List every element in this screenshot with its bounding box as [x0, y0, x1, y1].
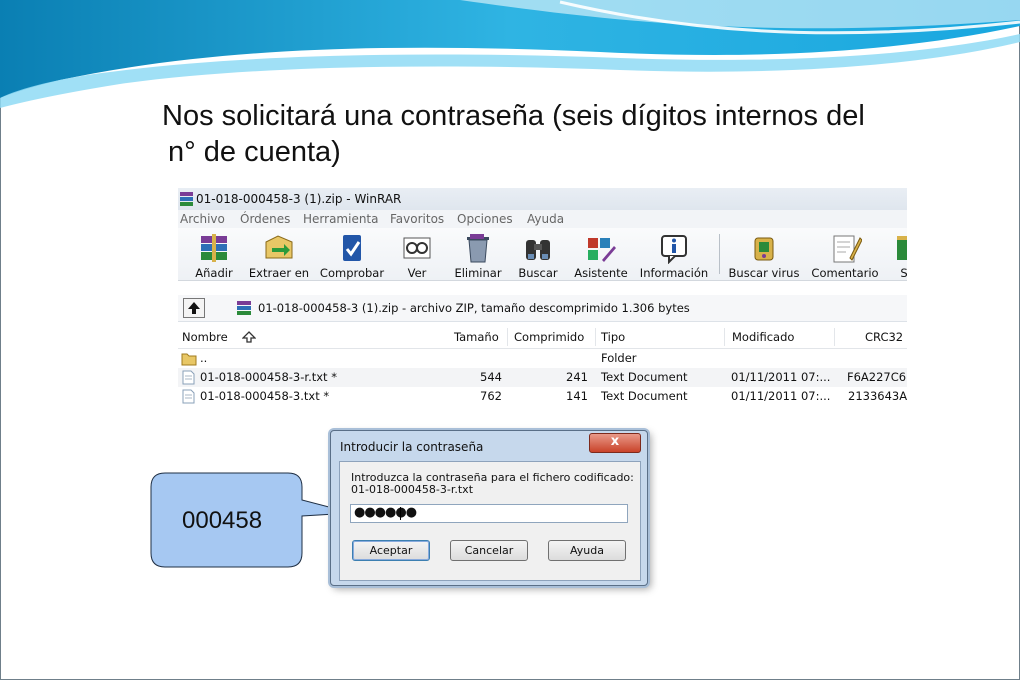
- callout-text: 000458: [182, 507, 263, 534]
- extract-icon: [265, 235, 293, 259]
- menu-bar: Archivo Órdenes Herramienta Favoritos Op…: [178, 210, 907, 228]
- slide-title-line1: Nos solicitará una contraseña (seis dígi…: [162, 100, 865, 132]
- comment-icon: [833, 235, 862, 263]
- sfx-icon: [897, 236, 907, 260]
- view-icon: [403, 237, 431, 259]
- menu-ayuda[interactable]: Ayuda: [527, 212, 564, 226]
- window-title: 01-018-000458-3 (1).zip - WinRAR: [196, 192, 402, 206]
- toolbar-delete-button[interactable]: Eliminar: [450, 232, 506, 280]
- window-titlebar: 01-018-000458-3 (1).zip - WinRAR: [178, 188, 907, 210]
- toolbar-find-button[interactable]: Buscar: [512, 232, 564, 280]
- password-input[interactable]: ●●●●●●: [350, 504, 628, 523]
- dialog-close-button[interactable]: x: [589, 433, 641, 453]
- col-type[interactable]: Tipo: [601, 330, 625, 344]
- header-wave: [0, 0, 1020, 108]
- col-name[interactable]: Nombre: [182, 330, 228, 344]
- toolbar-comment-button[interactable]: Comentario: [808, 232, 882, 280]
- encrypted-file-name: 01-018-000458-3-r.txt: [351, 483, 474, 496]
- column-header: Nombre Tamaño Comprimido Tipo Modificado…: [178, 326, 907, 349]
- address-bar: 01-018-000458-3 (1).zip - archivo ZIP, t…: [178, 295, 907, 322]
- up-folder-button[interactable]: [183, 298, 205, 318]
- up-arrow-icon: [188, 302, 200, 314]
- dialog-message: Introduzca la contraseña para el fichero…: [351, 471, 634, 496]
- slide-title-line2: n° de cuenta): [168, 136, 341, 168]
- col-modified[interactable]: Modificado: [732, 330, 794, 344]
- delete-icon: [467, 234, 489, 263]
- sort-up-icon: [242, 331, 256, 343]
- toolbar-separator: [719, 234, 720, 274]
- table-row[interactable]: 01-018-000458-3-r.txt * 544 241 Text Doc…: [178, 368, 907, 387]
- toolbar-view-button[interactable]: Ver: [392, 232, 442, 280]
- archive-path: 01-018-000458-3 (1).zip - archivo ZIP, t…: [258, 301, 690, 315]
- dialog-title: Introducir la contraseña: [340, 440, 484, 454]
- close-icon: x: [610, 434, 620, 449]
- dialog-body: Introduzca la contraseña para el fichero…: [339, 461, 641, 581]
- password-dialog: Introducir la contraseña x Introduzca la…: [330, 430, 648, 586]
- menu-opciones[interactable]: Opciones: [457, 212, 513, 226]
- menu-herramienta[interactable]: Herramienta: [303, 212, 379, 226]
- toolbar-extract-button[interactable]: Extraer en: [244, 232, 314, 280]
- wizard-icon: [588, 238, 616, 262]
- table-row[interactable]: 01-018-000458-3.txt * 762 141 Text Docum…: [178, 387, 907, 406]
- toolbar-wizard-button[interactable]: Asistente: [572, 232, 630, 280]
- toolbar-sfx-button[interactable]: S: [894, 232, 907, 280]
- text-file-icon: [182, 370, 195, 385]
- toolbar-virus-scan-button[interactable]: Buscar virus: [726, 232, 802, 280]
- toolbar-add-button[interactable]: Añadir: [190, 232, 238, 280]
- toolbar-info-button[interactable]: Información: [636, 232, 712, 280]
- toolbar-test-button[interactable]: Comprobar: [316, 232, 388, 280]
- table-row[interactable]: .. Folder: [178, 349, 907, 368]
- text-file-icon: [182, 389, 195, 404]
- toolbar: Añadir Extraer en Comprobar Ver Eliminar…: [178, 228, 907, 281]
- text-caret: [400, 507, 401, 520]
- menu-favoritos[interactable]: Favoritos: [390, 212, 444, 226]
- col-packed[interactable]: Comprimido: [514, 330, 584, 344]
- menu-archivo[interactable]: Archivo: [180, 212, 225, 226]
- help-button[interactable]: Ayuda: [548, 540, 626, 561]
- accept-button[interactable]: Aceptar: [352, 540, 430, 561]
- find-icon: [526, 240, 550, 260]
- info-icon: [661, 235, 687, 264]
- zip-archive-icon: [237, 301, 251, 315]
- col-size[interactable]: Tamaño: [454, 330, 499, 344]
- test-icon: [343, 235, 361, 261]
- virus-scan-icon: [754, 237, 774, 261]
- menu-ordenes[interactable]: Órdenes: [240, 212, 290, 226]
- cancel-button[interactable]: Cancelar: [450, 540, 528, 561]
- password-mask: ●●●●●●: [354, 505, 417, 520]
- col-crc[interactable]: CRC32: [865, 330, 903, 344]
- folder-icon: [181, 353, 197, 366]
- slide-title: Nos solicitará una contraseña (seis dígi…: [162, 98, 962, 170]
- winrar-app-icon: [180, 192, 193, 206]
- add-archive-icon: [201, 234, 227, 262]
